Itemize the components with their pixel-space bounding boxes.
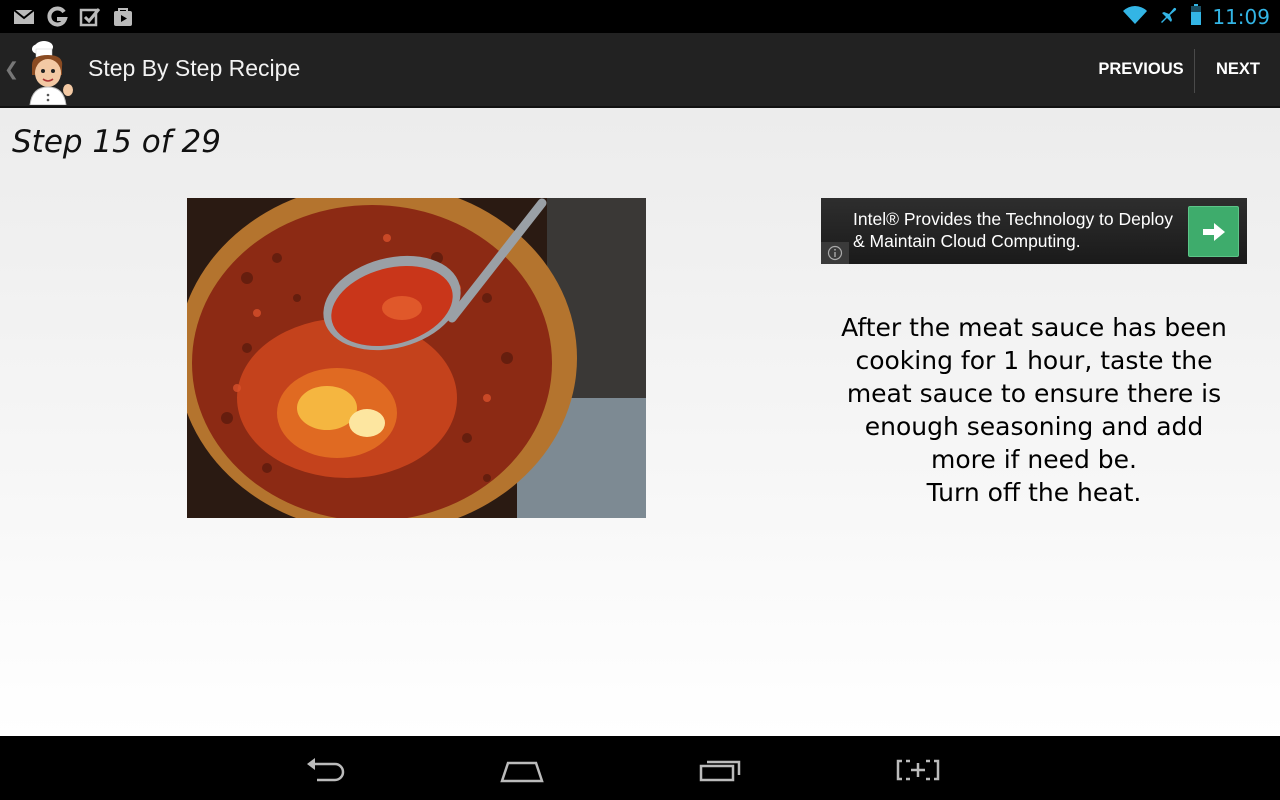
wifi-icon xyxy=(1122,5,1148,29)
home-icon[interactable] xyxy=(492,750,552,790)
action-bar: ❮ Step By Step Recipe PREVIOUS NEXT xyxy=(0,33,1280,108)
system-status: 11:09 xyxy=(1122,4,1270,30)
gmail-icon xyxy=(12,5,35,28)
back-icon[interactable] xyxy=(295,750,355,790)
meat-sauce-pan-photo xyxy=(187,198,646,518)
airplane-mode-icon xyxy=(1158,4,1180,30)
step-content: Step 15 of 29 Intel® Provides the Techno… xyxy=(0,108,1280,736)
recent-apps-icon[interactable] xyxy=(690,750,750,790)
tasks-check-icon xyxy=(78,5,101,28)
ad-text[interactable]: Intel® Provides the Technology to Deploy… xyxy=(853,208,1183,252)
up-caret-icon[interactable]: ❮ xyxy=(4,59,19,80)
screenshot-icon[interactable] xyxy=(888,750,948,790)
previous-button[interactable]: PREVIOUS xyxy=(1088,33,1194,106)
ad-info-icon[interactable] xyxy=(821,242,849,264)
arrow-right-icon xyxy=(1202,222,1225,241)
chef-icon[interactable] xyxy=(22,37,78,106)
status-bar: 11:09 xyxy=(0,0,1280,33)
step-counter: Step 15 of 29 xyxy=(12,124,221,160)
clock: 11:09 xyxy=(1212,5,1270,29)
app-screen: 11:09 ❮ Step By Step Recipe PREVIOUS NEX… xyxy=(0,0,1280,800)
battery-icon xyxy=(1190,4,1202,30)
play-store-icon xyxy=(111,5,134,28)
notification-icons xyxy=(12,5,134,28)
app-title: Step By Step Recipe xyxy=(88,55,301,81)
navigation-bar xyxy=(0,736,1280,800)
ad-banner[interactable]: Intel® Provides the Technology to Deploy… xyxy=(821,198,1247,264)
next-button[interactable]: NEXT xyxy=(1196,33,1280,106)
action-divider xyxy=(1194,49,1195,93)
google-g-icon xyxy=(45,5,68,28)
step-instructions: After the meat sauce has been cooking fo… xyxy=(841,313,1227,507)
ad-arrow-button[interactable] xyxy=(1188,206,1239,257)
